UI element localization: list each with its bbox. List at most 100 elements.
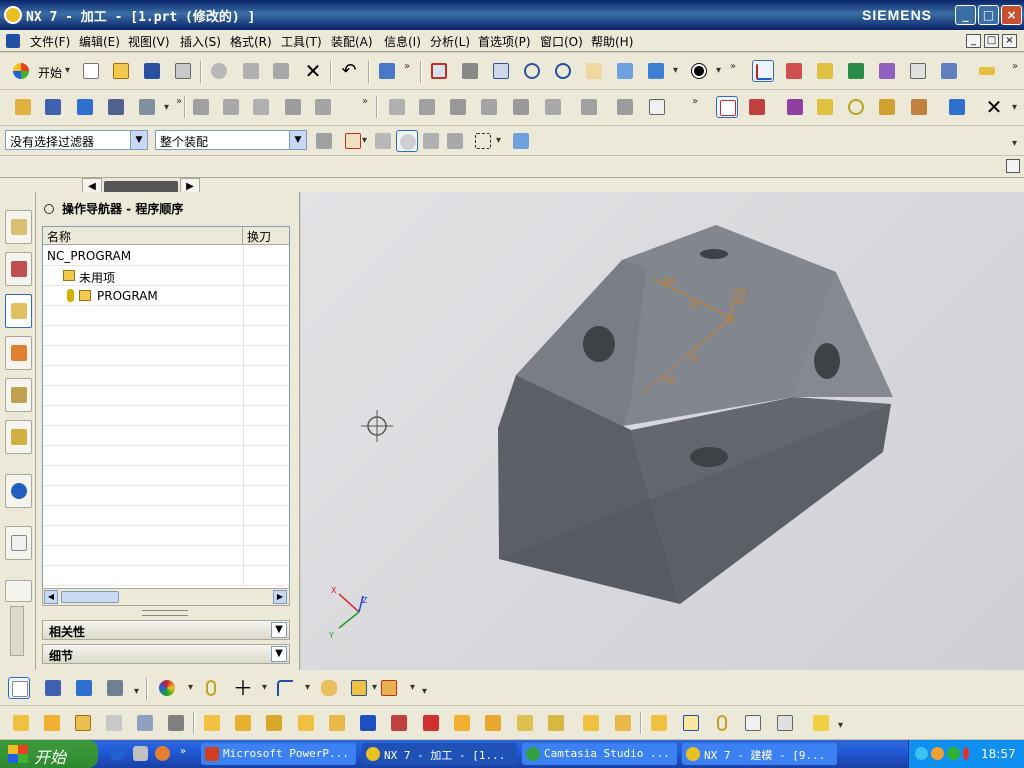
table-row[interactable]: PROGRAM (43, 286, 289, 306)
print-icon[interactable] (172, 60, 194, 82)
select-icon[interactable] (907, 60, 929, 82)
subtract-icon[interactable] (232, 712, 254, 734)
hole-front[interactable] (690, 447, 728, 467)
add-point-icon[interactable]: ＋ (232, 677, 254, 699)
clock[interactable]: 18:57 (981, 747, 1016, 761)
thicken-icon[interactable] (482, 712, 504, 734)
revolve-icon[interactable] (41, 712, 63, 734)
view-dropdown-icon[interactable]: ▾ (134, 686, 139, 697)
copy-icon[interactable] (240, 60, 262, 82)
new-file-icon[interactable] (80, 60, 102, 82)
wave-link-icon[interactable] (774, 712, 796, 734)
menu-help[interactable]: 帮助(H) (591, 33, 633, 50)
sew-icon[interactable] (612, 712, 634, 734)
recorder-icon[interactable] (963, 747, 969, 760)
unite-icon[interactable] (201, 712, 223, 734)
curve-icon[interactable] (274, 677, 296, 699)
offset-icon[interactable] (420, 712, 442, 734)
create-method-icon[interactable] (105, 96, 127, 118)
toolbar-overflow-icon[interactable]: » (1012, 61, 1018, 72)
create-operation-icon[interactable] (136, 96, 158, 118)
messenger-icon[interactable] (931, 747, 944, 760)
list-toolpath-icon[interactable] (478, 96, 500, 118)
simulate-machine-icon[interactable] (510, 96, 532, 118)
toolbar-overflow-icon[interactable]: » (362, 96, 368, 107)
menu-file[interactable]: 文件(F) (30, 33, 70, 50)
block-dropdown-icon[interactable]: ▾ (372, 682, 377, 693)
assembly-navigator-tab[interactable] (5, 210, 32, 244)
trim-dropdown-icon[interactable]: ▾ (410, 682, 415, 693)
scale-icon[interactable] (545, 712, 567, 734)
snap-point-icon[interactable] (342, 130, 364, 152)
create-dropdown-icon[interactable]: ▾ (164, 102, 169, 113)
rotate-icon[interactable] (552, 60, 574, 82)
chevron-down-icon[interactable]: ▼ (271, 622, 287, 638)
geometry-view-icon[interactable] (73, 677, 95, 699)
toolbar-overflow-icon[interactable]: » (176, 96, 182, 107)
draft-icon[interactable] (514, 712, 536, 734)
details-panel[interactable]: 细节 ▼ (42, 644, 290, 664)
pin-icon[interactable] (44, 204, 54, 214)
doc-minimize-button[interactable]: _ (966, 34, 981, 48)
web-browser-tab[interactable] (5, 526, 32, 560)
workpiece-icon[interactable] (908, 96, 930, 118)
feature-icon[interactable] (876, 96, 898, 118)
network-icon[interactable] (915, 747, 928, 760)
zoom-box-icon[interactable] (490, 60, 512, 82)
scroll-right-icon[interactable]: ▶ (273, 590, 287, 604)
menu-assembly[interactable]: 装配(A) (331, 33, 373, 50)
postprocess-icon[interactable] (542, 96, 564, 118)
quicklaunch-overflow-icon[interactable]: » (180, 746, 186, 757)
select-feature-icon[interactable] (396, 130, 418, 152)
firefox-icon[interactable] (155, 746, 170, 761)
save-icon[interactable] (141, 60, 163, 82)
wcs-origin-icon[interactable] (783, 60, 805, 82)
feedrate-icon[interactable] (614, 96, 636, 118)
chevron-down-icon[interactable]: ▼ (289, 131, 306, 149)
point-dropdown-icon[interactable]: ▾ (262, 682, 267, 693)
scroll-thumb[interactable] (61, 591, 119, 603)
dependencies-panel[interactable]: 相关性 ▼ (42, 620, 290, 640)
generate-toolpath-icon[interactable] (386, 96, 408, 118)
part-navigator-tab[interactable] (5, 378, 32, 412)
edge-blend-icon[interactable] (295, 712, 317, 734)
rectangle-select-icon[interactable] (472, 130, 494, 152)
shop-doc-icon[interactable] (578, 96, 600, 118)
cut-operation-icon[interactable] (220, 96, 242, 118)
machine-tool-navigator-tab[interactable] (5, 336, 32, 370)
background-dropdown-icon[interactable]: ▾ (716, 65, 721, 76)
toolbar-dropdown-icon[interactable]: ▾ (1012, 102, 1017, 113)
output-icon[interactable] (646, 96, 668, 118)
expression-icon[interactable] (742, 712, 764, 734)
extrude-icon[interactable] (10, 712, 32, 734)
move-icon[interactable] (845, 60, 867, 82)
shell-icon[interactable] (451, 712, 473, 734)
fit-view-icon[interactable] (428, 60, 450, 82)
toolbar-dropdown-icon[interactable]: ▾ (422, 686, 427, 697)
sync-icon[interactable] (947, 747, 960, 760)
delete-operation-icon[interactable] (312, 96, 334, 118)
menu-view[interactable]: 视图(V) (128, 33, 170, 50)
nx-menu-icon[interactable] (6, 34, 20, 48)
zoom-window-icon[interactable] (459, 60, 481, 82)
verify-toolpath-icon[interactable] (447, 96, 469, 118)
column-header-tool-change[interactable]: 换刀 (243, 227, 289, 245)
graphics-window[interactable]: ZM YC ZC XC YC YM ZM X Y Z (301, 192, 1024, 670)
curve-dropdown-icon[interactable]: ▾ (305, 682, 310, 693)
create-program-icon[interactable] (12, 96, 34, 118)
view-dropdown-icon[interactable]: ▾ (673, 65, 678, 76)
wrap-icon[interactable] (648, 712, 670, 734)
desktop-icon[interactable] (133, 746, 148, 761)
background-icon[interactable] (688, 60, 710, 82)
machining-method-view-icon[interactable] (814, 96, 836, 118)
edit-object-icon[interactable] (938, 60, 960, 82)
menu-tools[interactable]: 工具(T) (281, 33, 322, 50)
method-view-icon[interactable] (104, 677, 126, 699)
color-display-icon[interactable] (156, 677, 178, 699)
scroll-left-icon[interactable]: ◀ (44, 590, 58, 604)
sheet-icon[interactable] (680, 712, 702, 734)
copy-operation-icon[interactable] (250, 96, 272, 118)
close-button[interactable]: × (1001, 5, 1022, 25)
geometry-view-icon[interactable] (784, 96, 806, 118)
restore-view-icon[interactable] (1006, 159, 1020, 173)
